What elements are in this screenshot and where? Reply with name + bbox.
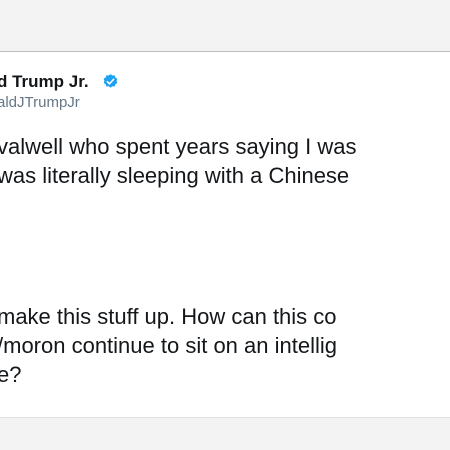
tweet-line: e? <box>0 362 22 387</box>
author-name[interactable]: d Trump Jr. <box>0 72 89 92</box>
tweet-paragraph-1: valwell who spent years saying I was was… <box>0 132 357 190</box>
tweet-line: make this stuff up. How can this co <box>0 304 337 329</box>
author-handle[interactable]: aldJTrumpJr <box>0 94 80 111</box>
tweet-line: was literally sleeping with a Chinese <box>0 163 350 188</box>
verified-badge-icon <box>103 74 118 88</box>
tweet-paragraph-2: make this stuff up. How can this co /mor… <box>0 302 337 389</box>
tweet-line: /moron continue to sit on an intellig <box>0 333 337 358</box>
tweet-line: valwell who spent years saying I was <box>0 134 357 159</box>
